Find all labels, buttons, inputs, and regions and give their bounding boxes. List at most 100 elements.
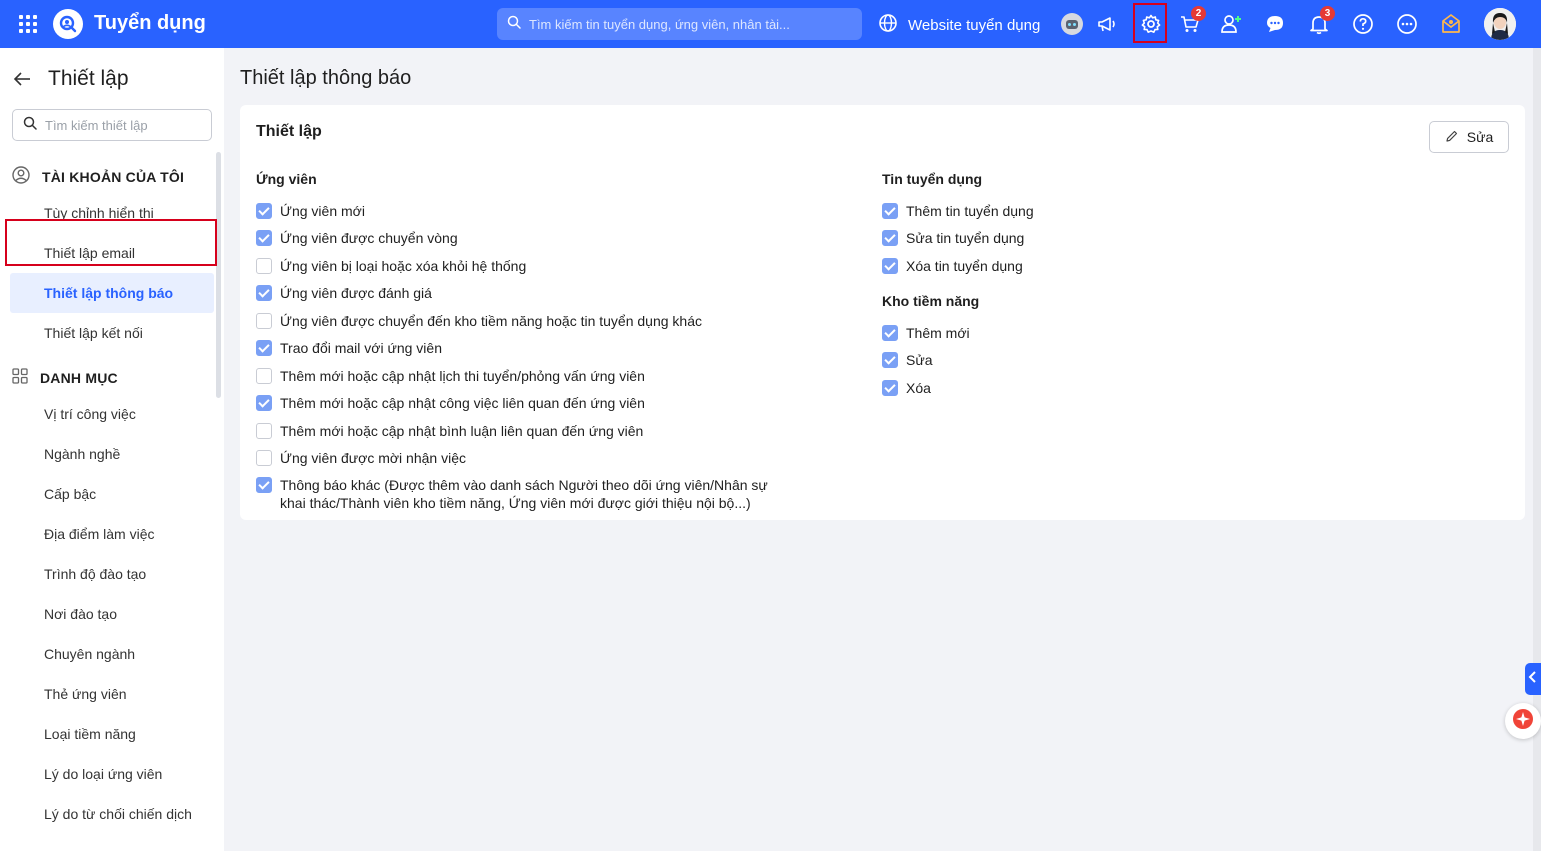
- sidebar-item-connections[interactable]: Thiết lập kết nối: [44, 325, 143, 341]
- globe-icon: [878, 13, 898, 37]
- checkbox-unchecked[interactable]: [256, 368, 272, 384]
- search-icon: [23, 116, 37, 135]
- option-label: Ứng viên mới: [280, 203, 365, 219]
- notification-option[interactable]: Sửa: [882, 351, 933, 369]
- gear-highlight-frame: [1133, 3, 1167, 43]
- checkbox-checked[interactable]: [256, 395, 272, 411]
- add-user-icon[interactable]: [1217, 10, 1245, 38]
- active-item-highlight-frame: [5, 219, 217, 266]
- checkbox-unchecked[interactable]: [256, 450, 272, 466]
- robot-icon[interactable]: [1058, 10, 1086, 38]
- website-link-label: Website tuyển dụng: [908, 16, 1041, 34]
- notification-option[interactable]: Thêm mới hoặc cập nhật bình luận liên qu…: [256, 422, 796, 440]
- grid-icon: [12, 368, 28, 387]
- chat-icon[interactable]: [1261, 10, 1289, 38]
- sidebar-item-reject-reasons[interactable]: Lý do loại ứng viên: [44, 766, 162, 782]
- option-label: Thông báo khác (Được thêm vào danh sách …: [280, 477, 768, 511]
- job-group-title: Tin tuyển dụng: [882, 171, 983, 187]
- sidebar-item-positions[interactable]: Vị trí công việc: [44, 406, 136, 422]
- notification-option[interactable]: Thêm tin tuyển dụng: [882, 202, 1034, 220]
- ai-assistant-button[interactable]: [1505, 703, 1541, 739]
- sidebar-search-input[interactable]: [45, 117, 195, 133]
- gift-icon[interactable]: [1437, 10, 1465, 38]
- edit-button[interactable]: Sửa: [1429, 121, 1509, 153]
- global-search-input[interactable]: [529, 16, 849, 32]
- sidebar-search[interactable]: [12, 109, 212, 141]
- page-title: Thiết lập thông báo: [240, 67, 412, 89]
- checkbox-unchecked[interactable]: [256, 313, 272, 329]
- notification-option[interactable]: Thông báo khác (Được thêm vào danh sách …: [256, 476, 796, 512]
- bell-icon[interactable]: 3: [1305, 6, 1335, 38]
- notification-option[interactable]: Sửa tin tuyển dụng: [882, 229, 1024, 247]
- option-label: Ứng viên được mời nhận việc: [280, 450, 466, 466]
- option-label: Xóa: [906, 380, 931, 396]
- checkbox-checked[interactable]: [256, 340, 272, 356]
- notification-option[interactable]: Ứng viên được chuyển vòng: [256, 229, 796, 247]
- checkbox-checked[interactable]: [882, 352, 898, 368]
- option-label: Thêm tin tuyển dụng: [906, 203, 1034, 219]
- notification-option[interactable]: Thêm mới hoặc cập nhật lịch thi tuyển/ph…: [256, 367, 796, 385]
- notification-option[interactable]: Trao đổi mail với ứng viên: [256, 339, 796, 357]
- apps-grid-icon[interactable]: [17, 13, 39, 35]
- checkbox-checked[interactable]: [882, 230, 898, 246]
- checkbox-checked[interactable]: [882, 258, 898, 274]
- global-search[interactable]: [497, 8, 862, 40]
- notification-option[interactable]: Thêm mới hoặc cập nhật công việc liên qu…: [256, 394, 796, 412]
- catalog-section-heading: DANH MỤC: [12, 368, 118, 387]
- notification-option[interactable]: Thêm mới: [882, 324, 970, 342]
- sidebar-item-industries[interactable]: Ngành nghề: [44, 446, 120, 462]
- user-avatar[interactable]: [1484, 8, 1516, 40]
- option-label: Ứng viên bị loại hoặc xóa khỏi hệ thống: [280, 258, 527, 274]
- candidate-group-title: Ứng viên: [256, 171, 317, 187]
- talent-group-title: Kho tiềm năng: [882, 293, 980, 309]
- sidebar-item-campaign-reject-reasons[interactable]: Lý do từ chối chiến dịch: [44, 806, 192, 822]
- back-arrow-icon[interactable]: [12, 69, 32, 89]
- website-link[interactable]: Website tuyển dụng: [878, 13, 1040, 37]
- notification-option[interactable]: Xóa: [882, 379, 931, 397]
- notification-option[interactable]: Ứng viên được mời nhận việc: [256, 449, 796, 467]
- search-icon: [507, 15, 521, 34]
- option-label: Trao đổi mail với ứng viên: [280, 340, 442, 356]
- app-logo[interactable]: [53, 9, 83, 39]
- sidebar-item-levels[interactable]: Cấp bậc: [44, 486, 96, 502]
- sidebar-item-locations[interactable]: Địa điểm làm việc: [44, 526, 154, 542]
- checkbox-checked[interactable]: [256, 203, 272, 219]
- more-icon[interactable]: [1393, 10, 1421, 38]
- sidebar-item-notifications-label: Thiết lập thông báo: [44, 285, 174, 301]
- option-label: Ứng viên được chuyển vòng: [280, 230, 458, 246]
- sidebar-item-majors[interactable]: Chuyên ngành: [44, 646, 135, 662]
- checkbox-unchecked[interactable]: [256, 423, 272, 439]
- sidebar-scrollbar[interactable]: [216, 152, 221, 398]
- checkbox-checked[interactable]: [882, 203, 898, 219]
- panel-toggle-button[interactable]: [1525, 663, 1541, 695]
- checkbox-checked[interactable]: [256, 285, 272, 301]
- checkbox-checked[interactable]: [882, 325, 898, 341]
- checkbox-checked[interactable]: [882, 380, 898, 396]
- notification-badge: 3: [1320, 6, 1335, 21]
- option-label: Sửa: [906, 352, 933, 368]
- help-icon[interactable]: [1349, 10, 1377, 38]
- sidebar-item-education[interactable]: Trình độ đào tạo: [44, 566, 146, 582]
- notification-option[interactable]: Ứng viên được đánh giá: [256, 284, 796, 302]
- account-section-heading: TÀI KHOẢN CỦA TÔI: [12, 166, 184, 187]
- option-label: Ứng viên được đánh giá: [280, 285, 432, 301]
- app-title[interactable]: Tuyển dụng: [94, 12, 206, 35]
- notification-option[interactable]: Ứng viên được chuyển đến kho tiềm năng h…: [256, 312, 796, 330]
- notification-option[interactable]: Ứng viên bị loại hoặc xóa khỏi hệ thống: [256, 257, 796, 275]
- notification-option[interactable]: Ứng viên mới: [256, 202, 796, 220]
- option-label: Thêm mới hoặc cập nhật công việc liên qu…: [280, 395, 645, 411]
- sidebar-item-schools[interactable]: Nơi đào tạo: [44, 606, 117, 622]
- sidebar-item-candidate-tags[interactable]: Thẻ ứng viên: [44, 686, 127, 702]
- checkbox-checked[interactable]: [256, 477, 272, 493]
- checkbox-checked[interactable]: [256, 230, 272, 246]
- cart-icon[interactable]: 2: [1176, 6, 1206, 38]
- megaphone-icon[interactable]: [1093, 10, 1121, 38]
- sidebar-title: Thiết lập: [48, 67, 129, 90]
- settings-card: Thiết lập Sửa Ứng viên Ứng viên mới Ứng v…: [240, 105, 1525, 520]
- sidebar-item-talent-types[interactable]: Loại tiềm năng: [44, 726, 136, 742]
- checkbox-unchecked[interactable]: [256, 258, 272, 274]
- sparkle-icon: [1512, 708, 1534, 735]
- chevron-left-icon: [1528, 670, 1538, 688]
- notification-option[interactable]: Xóa tin tuyển dụng: [882, 257, 1023, 275]
- option-label: Ứng viên được chuyển đến kho tiềm năng h…: [280, 313, 703, 329]
